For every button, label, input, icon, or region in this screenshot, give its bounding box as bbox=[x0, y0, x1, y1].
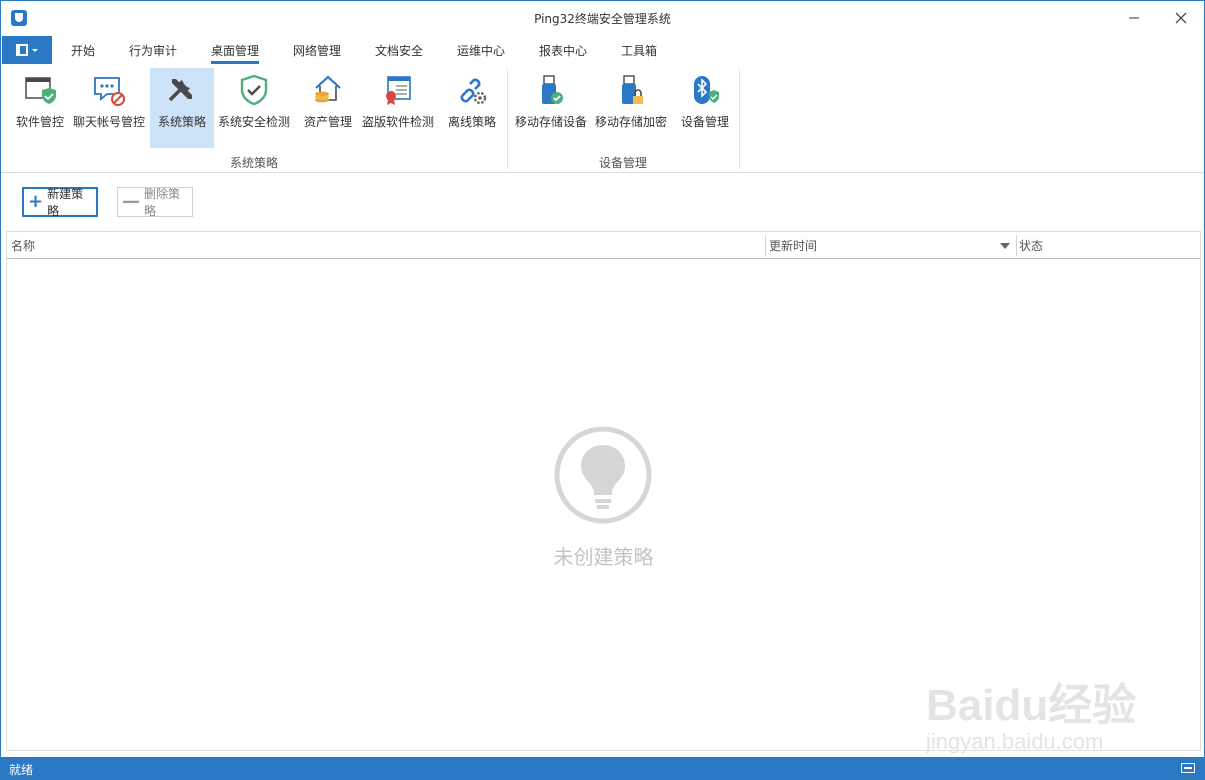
tab-network-management[interactable]: 网络管理 bbox=[293, 42, 341, 59]
status-bar: 就绪 bbox=[1, 757, 1204, 780]
sort-descending-icon bbox=[1000, 243, 1010, 249]
watermark-main: Baidu经验 bbox=[926, 681, 1137, 730]
tab-start[interactable]: 开始 bbox=[71, 42, 95, 59]
ribbon-security-check[interactable]: 系统安全检测 bbox=[217, 68, 291, 148]
ribbon-label: 软件管控 bbox=[15, 115, 64, 129]
delete-policy-label: 删除策略 bbox=[144, 187, 181, 218]
ribbon-offline-policy[interactable]: 离线策略 bbox=[443, 68, 501, 148]
ribbon-usb-encryption[interactable]: 移动存储加密 bbox=[592, 68, 670, 148]
window-title: Ping32终端安全管理系统 bbox=[534, 12, 671, 26]
ribbon-label: 资产管理 bbox=[303, 115, 352, 129]
empty-state-text: 未创建策略 bbox=[553, 545, 654, 569]
tab-desktop-management[interactable]: 桌面管理 bbox=[211, 42, 260, 64]
new-policy-button[interactable]: + 新建策略 bbox=[22, 187, 98, 218]
app-window: Ping32终端安全管理系统 开始 行为审计 桌面管理 网络管理 文档安全 运维… bbox=[0, 0, 1205, 780]
system-policy-tools-icon bbox=[168, 79, 192, 102]
ribbon-group-separator bbox=[739, 69, 740, 169]
ribbon-label: 系统策略 bbox=[157, 115, 206, 129]
tab-document-security[interactable]: 文档安全 bbox=[375, 42, 423, 59]
ribbon-label: 盗版软件检测 bbox=[361, 115, 434, 129]
pirated-software-detection-icon bbox=[386, 76, 411, 105]
security-check-shield-icon bbox=[240, 74, 268, 106]
lightbulb-icon bbox=[554, 426, 652, 524]
ribbon-label: 系统安全检测 bbox=[217, 115, 290, 129]
ribbon-pirated-software-detection[interactable]: 盗版软件检测 bbox=[360, 68, 436, 148]
ribbon-group-label-device-management: 设备管理 bbox=[599, 156, 648, 170]
minimize-button[interactable] bbox=[1111, 1, 1157, 35]
chevron-down-icon bbox=[32, 48, 38, 52]
column-separator[interactable] bbox=[765, 235, 766, 256]
bluetooth-device-icon bbox=[694, 76, 719, 104]
software-control-icon bbox=[25, 77, 56, 104]
watermark: Baidu经验 jingyan.baidu.com bbox=[926, 669, 1136, 755]
title-bar: Ping32终端安全管理系统 bbox=[1, 1, 1204, 35]
ribbon-label: 设备管理 bbox=[680, 115, 729, 129]
plus-icon: + bbox=[28, 191, 44, 212]
tab-toolbox[interactable]: 工具箱 bbox=[621, 42, 657, 59]
column-header-updated-time[interactable]: 更新时间 bbox=[769, 232, 1009, 259]
chat-account-control-icon bbox=[94, 77, 125, 106]
column-header-status[interactable]: 状态 bbox=[1019, 232, 1189, 259]
tab-ops-center[interactable]: 运维中心 bbox=[457, 42, 505, 59]
ribbon-device-management[interactable]: 设备管理 bbox=[676, 68, 734, 148]
table-header: 名称 更新时间 状态 bbox=[7, 232, 1200, 259]
new-policy-label: 新建策略 bbox=[47, 187, 84, 218]
ribbon-group-label-system-policy: 系统策略 bbox=[230, 156, 279, 170]
usb-encryption-icon bbox=[622, 75, 643, 104]
close-icon bbox=[1175, 12, 1187, 24]
close-button[interactable] bbox=[1158, 1, 1204, 35]
keyboard-icon bbox=[1181, 763, 1195, 773]
tab-behavior-audit[interactable]: 行为审计 bbox=[129, 42, 177, 59]
menu-icon bbox=[16, 44, 28, 56]
column-separator[interactable] bbox=[1016, 235, 1017, 256]
menu-bar: 开始 行为审计 桌面管理 网络管理 文档安全 运维中心 报表中心 工具箱 bbox=[1, 35, 1204, 65]
asset-management-icon bbox=[315, 75, 341, 103]
ribbon-chat-account-control[interactable]: 聊天帐号管控 bbox=[71, 68, 147, 148]
ribbon-label: 移动存储加密 bbox=[594, 115, 667, 129]
minus-icon: — bbox=[122, 191, 140, 212]
ribbon: 软件管控 聊天帐号管控 系统策略 系统安全检测 资产管理 盗版软件检测 离线策略… bbox=[1, 65, 1204, 173]
ribbon-usb-storage[interactable]: 移动存储设备 bbox=[513, 68, 589, 148]
minimize-icon bbox=[1129, 17, 1139, 19]
ribbon-software-control[interactable]: 软件管控 bbox=[11, 68, 69, 148]
ribbon-label: 聊天帐号管控 bbox=[72, 115, 145, 129]
ribbon-label: 移动存储设备 bbox=[514, 115, 587, 129]
ribbon-group-separator bbox=[507, 69, 508, 169]
file-menu-button[interactable] bbox=[2, 36, 52, 64]
tab-report-center[interactable]: 报表中心 bbox=[539, 42, 587, 59]
offline-policy-icon bbox=[460, 78, 487, 105]
delete-policy-button[interactable]: — 删除策略 bbox=[117, 187, 193, 218]
column-header-name[interactable]: 名称 bbox=[11, 232, 761, 259]
status-text: 就绪 bbox=[9, 763, 34, 777]
usb-storage-icon bbox=[542, 75, 563, 104]
ribbon-asset-management[interactable]: 资产管理 bbox=[299, 68, 357, 148]
ribbon-label: 离线策略 bbox=[447, 115, 496, 129]
ribbon-system-policy[interactable]: 系统策略 bbox=[150, 68, 214, 148]
